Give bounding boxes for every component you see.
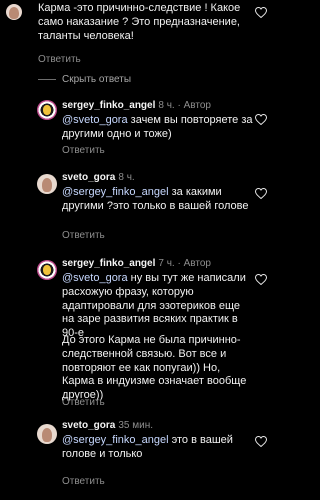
timestamp: 8 ч.	[158, 100, 175, 111]
mention-link[interactable]: @sergey_finko_angel	[62, 434, 169, 446]
reply-text: @sveto_gora зачем вы повторяете за други…	[62, 114, 253, 140]
timestamp: 8 ч.	[118, 172, 135, 183]
comment-text: Карма -это причинно-следствие ! Какое са…	[38, 2, 241, 42]
reply-text: @sergey_finko_angel за какими другими ?э…	[62, 186, 249, 212]
hide-replies-label: Скрыть ответы	[62, 74, 132, 85]
reply-text: @sergey_finko_angel это в вашей голове и…	[62, 434, 233, 460]
heart-outline-icon[interactable]	[255, 274, 267, 285]
avatar[interactable]	[37, 260, 57, 280]
reply-text-paragraph: До этого Карма не была причинно-следстве…	[62, 334, 247, 402]
heart-outline-icon[interactable]	[255, 7, 267, 18]
reply-text: @sveto_gora ну вы тут же написали расхож…	[62, 272, 246, 340]
mention-link[interactable]: @sveto_gora	[62, 272, 128, 284]
reply-button[interactable]: Ответить	[38, 54, 81, 65]
heart-outline-icon[interactable]	[255, 188, 267, 199]
username[interactable]: sergey_finko_angel	[62, 100, 155, 111]
mention-link[interactable]: @sveto_gora	[62, 114, 128, 126]
avatar[interactable]	[37, 100, 57, 120]
avatar[interactable]	[6, 4, 22, 20]
divider-line	[38, 79, 56, 80]
reply-button[interactable]: Ответить	[62, 145, 105, 156]
username[interactable]: sergey_finko_angel	[62, 258, 155, 269]
author-badge: Автор	[183, 258, 211, 269]
mention-link[interactable]: @sergey_finko_angel	[62, 186, 169, 198]
reply-meta: sergey_finko_angel 7 ч. · Автор	[62, 258, 211, 269]
avatar[interactable]	[37, 424, 57, 444]
reply-button[interactable]: Ответить	[62, 476, 105, 487]
username[interactable]: sveto_gora	[62, 172, 115, 183]
reply-meta: sveto_gora 35 мин.	[62, 420, 153, 431]
hide-replies-button[interactable]: Скрыть ответы	[38, 74, 131, 85]
reply-meta: sveto_gora 8 ч.	[62, 172, 135, 183]
timestamp: 7 ч.	[158, 258, 175, 269]
author-badge: Автор	[183, 100, 211, 111]
username[interactable]: sveto_gora	[62, 420, 115, 431]
reply-meta: sergey_finko_angel 8 ч. · Автор	[62, 100, 211, 111]
reply-button[interactable]: Ответить	[62, 397, 105, 408]
heart-outline-icon[interactable]	[255, 114, 267, 125]
reply-button[interactable]: Ответить	[62, 230, 105, 241]
avatar[interactable]	[37, 174, 57, 194]
timestamp: 35 мин.	[118, 420, 154, 431]
heart-outline-icon[interactable]	[255, 436, 267, 447]
